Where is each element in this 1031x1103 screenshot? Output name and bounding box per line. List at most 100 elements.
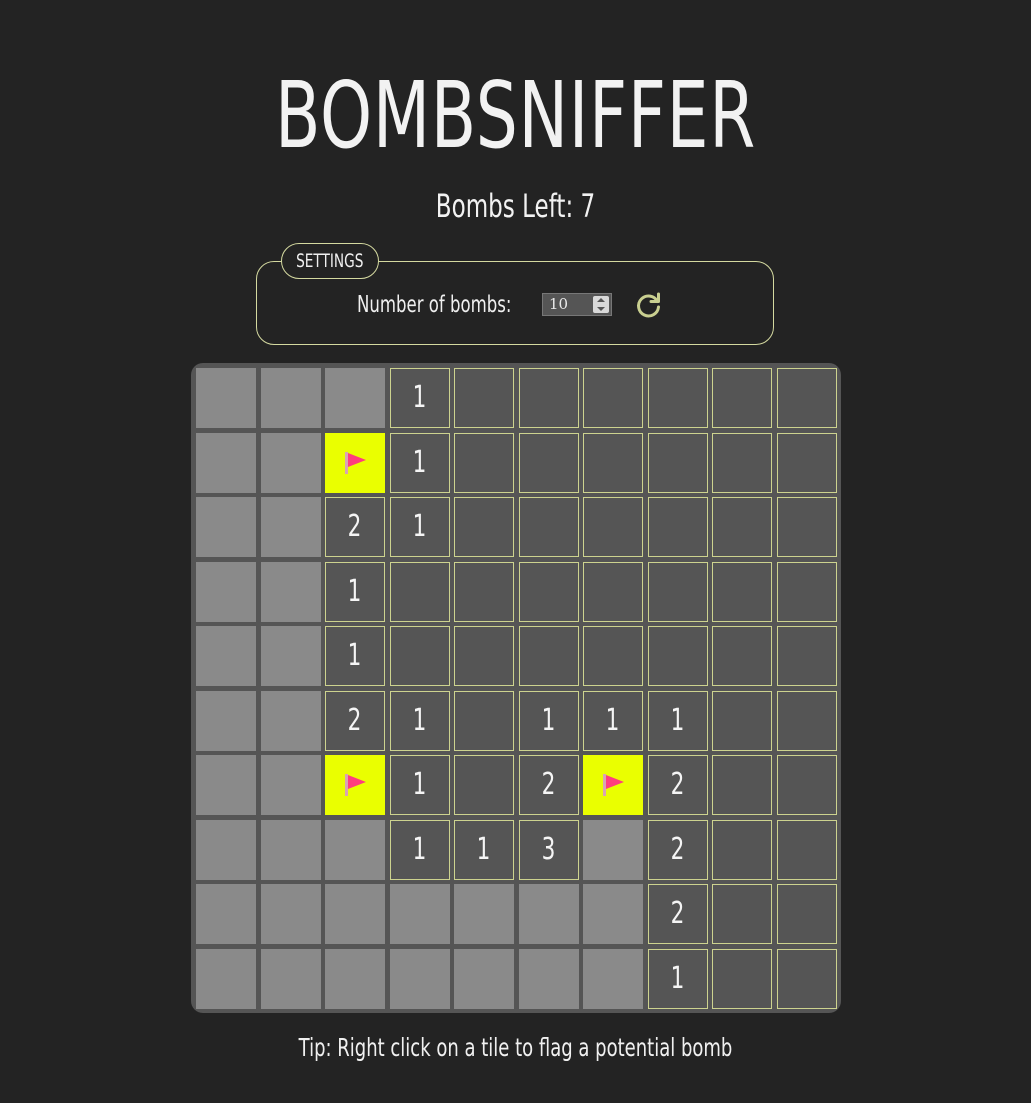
tile-hidden[interactable] — [196, 755, 256, 815]
tile-open[interactable] — [712, 884, 772, 944]
tile-number[interactable]: 1 — [390, 691, 450, 751]
tile-open[interactable] — [712, 691, 772, 751]
tile-open[interactable] — [712, 433, 772, 493]
tile-hidden[interactable] — [261, 497, 321, 557]
tile-open[interactable] — [454, 433, 514, 493]
tile-hidden[interactable] — [196, 497, 256, 557]
tile-open[interactable] — [777, 368, 837, 428]
bombs-count-input[interactable]: 10 — [542, 293, 612, 316]
tile-number[interactable]: 1 — [519, 691, 579, 751]
tile-number[interactable]: 1 — [648, 691, 708, 751]
tile-flagged[interactable] — [325, 433, 385, 493]
tile-hidden[interactable] — [390, 949, 450, 1009]
tile-open[interactable] — [777, 433, 837, 493]
tile-number[interactable]: 1 — [390, 755, 450, 815]
tile-open[interactable] — [777, 497, 837, 557]
tile-open[interactable] — [648, 368, 708, 428]
tile-number[interactable]: 2 — [519, 755, 579, 815]
tile-open[interactable] — [712, 949, 772, 1009]
tile-number[interactable]: 1 — [390, 368, 450, 428]
tile-hidden[interactable] — [390, 884, 450, 944]
tile-open[interactable] — [454, 691, 514, 751]
tile-number[interactable]: 3 — [519, 820, 579, 880]
tile-hidden[interactable] — [196, 884, 256, 944]
tile-open[interactable] — [583, 368, 643, 428]
tile-open[interactable] — [454, 368, 514, 428]
tile-hidden[interactable] — [454, 949, 514, 1009]
tile-hidden[interactable] — [196, 949, 256, 1009]
tile-number[interactable]: 1 — [325, 626, 385, 686]
tile-hidden[interactable] — [196, 691, 256, 751]
tile-open[interactable] — [519, 626, 579, 686]
tile-hidden[interactable] — [325, 368, 385, 428]
tile-hidden[interactable] — [325, 820, 385, 880]
tile-open[interactable] — [777, 884, 837, 944]
tile-open[interactable] — [583, 497, 643, 557]
tile-flagged[interactable] — [325, 755, 385, 815]
tile-hidden[interactable] — [583, 949, 643, 1009]
tile-hidden[interactable] — [519, 884, 579, 944]
tile-open[interactable] — [583, 562, 643, 622]
tile-hidden[interactable] — [261, 949, 321, 1009]
tile-number[interactable]: 1 — [390, 820, 450, 880]
bombs-count-stepper[interactable] — [593, 296, 609, 313]
tile-open[interactable] — [519, 497, 579, 557]
tile-hidden[interactable] — [261, 755, 321, 815]
tile-hidden[interactable] — [196, 562, 256, 622]
tile-open[interactable] — [777, 562, 837, 622]
tile-hidden[interactable] — [583, 820, 643, 880]
tile-open[interactable] — [648, 497, 708, 557]
tile-open[interactable] — [390, 626, 450, 686]
reset-button[interactable] — [634, 290, 664, 320]
tile-number[interactable]: 2 — [648, 755, 708, 815]
tile-open[interactable] — [777, 626, 837, 686]
tile-open[interactable] — [777, 691, 837, 751]
tile-open[interactable] — [519, 562, 579, 622]
tile-number[interactable]: 2 — [648, 820, 708, 880]
tile-hidden[interactable] — [261, 562, 321, 622]
tile-open[interactable] — [454, 755, 514, 815]
tile-hidden[interactable] — [583, 884, 643, 944]
tile-hidden[interactable] — [519, 949, 579, 1009]
tile-flagged[interactable] — [583, 755, 643, 815]
tile-hidden[interactable] — [261, 884, 321, 944]
tile-number[interactable]: 1 — [454, 820, 514, 880]
tile-open[interactable] — [583, 433, 643, 493]
tile-open[interactable] — [648, 626, 708, 686]
tile-open[interactable] — [454, 497, 514, 557]
tile-open[interactable] — [777, 820, 837, 880]
tile-hidden[interactable] — [454, 884, 514, 944]
tile-open[interactable] — [712, 368, 772, 428]
tile-open[interactable] — [777, 949, 837, 1009]
tile-hidden[interactable] — [261, 820, 321, 880]
tile-number[interactable]: 1 — [648, 949, 708, 1009]
tile-number[interactable]: 2 — [648, 884, 708, 944]
tile-open[interactable] — [712, 562, 772, 622]
tile-hidden[interactable] — [196, 820, 256, 880]
tile-hidden[interactable] — [261, 368, 321, 428]
tile-open[interactable] — [454, 562, 514, 622]
tile-number[interactable]: 2 — [325, 497, 385, 557]
tile-open[interactable] — [712, 626, 772, 686]
tile-number[interactable]: 1 — [583, 691, 643, 751]
tile-hidden[interactable] — [196, 368, 256, 428]
stepper-down-icon[interactable] — [597, 307, 605, 311]
tile-open[interactable] — [648, 433, 708, 493]
tile-hidden[interactable] — [196, 433, 256, 493]
tile-open[interactable] — [712, 755, 772, 815]
tile-hidden[interactable] — [261, 691, 321, 751]
tile-hidden[interactable] — [325, 884, 385, 944]
tile-open[interactable] — [390, 562, 450, 622]
tile-open[interactable] — [454, 626, 514, 686]
tile-hidden[interactable] — [261, 433, 321, 493]
tile-number[interactable]: 1 — [390, 433, 450, 493]
tile-open[interactable] — [712, 497, 772, 557]
tile-open[interactable] — [712, 820, 772, 880]
tile-open[interactable] — [648, 562, 708, 622]
tile-open[interactable] — [519, 368, 579, 428]
tile-number[interactable]: 2 — [325, 691, 385, 751]
tile-open[interactable] — [519, 433, 579, 493]
tile-open[interactable] — [583, 626, 643, 686]
tile-hidden[interactable] — [325, 949, 385, 1009]
tile-hidden[interactable] — [196, 626, 256, 686]
